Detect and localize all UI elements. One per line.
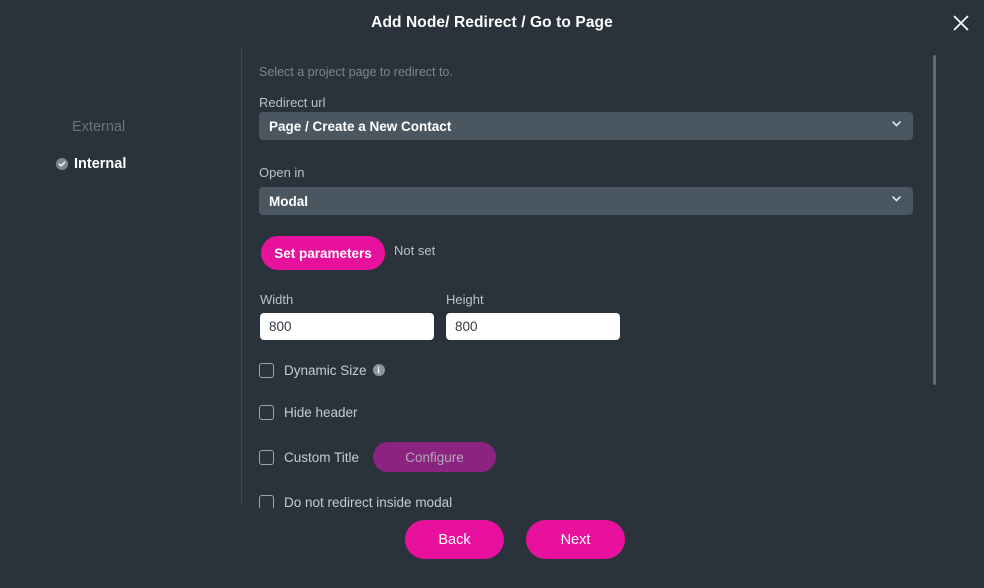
sidebar: External Internal <box>0 47 241 508</box>
close-icon[interactable] <box>946 8 976 38</box>
dynamic-size-checkbox[interactable] <box>259 362 274 378</box>
height-label: Height <box>446 292 484 307</box>
redirect-url-select[interactable]: Page / Create a New Contact <box>259 112 913 140</box>
next-button[interactable]: Next <box>526 520 625 559</box>
info-icon[interactable]: i <box>372 364 385 376</box>
sidebar-item-label: External <box>72 119 126 135</box>
open-in-label: Open in <box>259 165 305 180</box>
custom-title-row[interactable]: Custom Title Configure <box>259 442 497 472</box>
hide-header-label: Hide header <box>284 404 358 420</box>
modal-header: Add Node/ Redirect / Go to Page <box>0 0 984 47</box>
set-parameters-button[interactable]: Set parameters <box>261 236 385 270</box>
vertical-scrollbar-thumb[interactable] <box>933 55 936 385</box>
custom-title-checkbox[interactable] <box>259 449 274 465</box>
open-in-value: Modal <box>269 193 308 209</box>
hide-header-row[interactable]: Hide header <box>259 402 358 422</box>
sidebar-item-label: Internal <box>74 156 127 172</box>
page-title: Add Node/ Redirect / Go to Page <box>371 14 613 31</box>
dynamic-size-row[interactable]: Dynamic Size i <box>259 360 385 380</box>
back-button[interactable]: Back <box>405 520 504 559</box>
set-parameters-status: Not set <box>394 243 436 258</box>
chevron-down-icon <box>890 192 903 210</box>
hide-header-checkbox[interactable] <box>259 404 274 420</box>
check-circle-icon <box>56 158 68 170</box>
modal-footer: Back Next <box>0 508 984 588</box>
width-label: Width <box>260 292 294 307</box>
configure-button[interactable]: Configure <box>373 442 497 472</box>
height-input[interactable] <box>446 313 620 340</box>
redirect-url-value: Page / Create a New Contact <box>269 118 452 134</box>
open-in-select[interactable]: Modal <box>259 187 913 215</box>
redirect-url-label: Redirect url <box>259 95 326 110</box>
width-input[interactable] <box>260 313 434 340</box>
custom-title-label: Custom Title <box>284 449 360 465</box>
form-hint: Select a project page to redirect to. <box>259 65 453 79</box>
dynamic-size-label: Dynamic Size <box>284 362 367 378</box>
chevron-down-icon <box>890 117 903 135</box>
